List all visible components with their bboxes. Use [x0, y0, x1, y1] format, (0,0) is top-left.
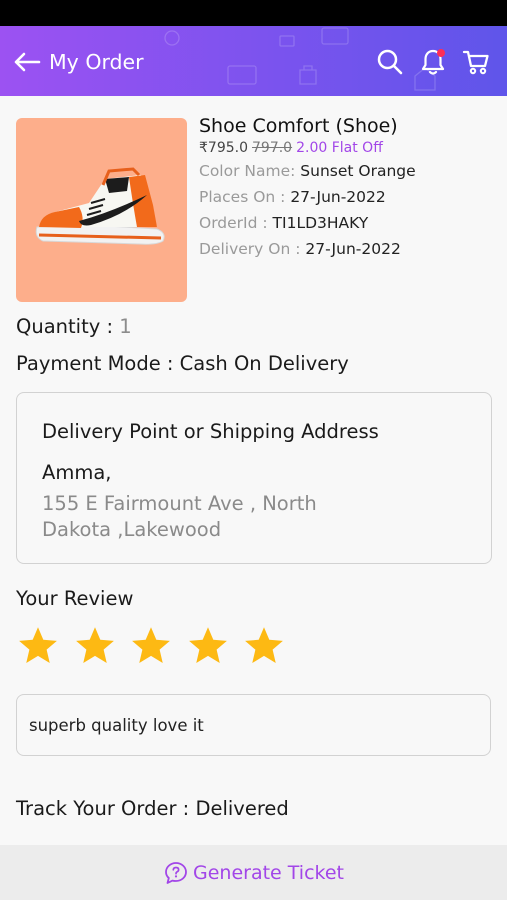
quantity-row: Quantity : 1 — [16, 315, 132, 338]
app-header: My Order — [0, 26, 507, 96]
price-current: ₹795.0 — [199, 140, 248, 156]
price-row: ₹795.0 797.0 2.00 Flat Off — [199, 139, 499, 158]
track-order-row: Track Your Order : Delivered — [16, 797, 289, 820]
sneaker-icon — [35, 167, 165, 245]
payment-mode-row: Payment Mode : Cash On Delivery — [16, 352, 349, 375]
price-original: 797.0 — [252, 140, 293, 156]
detail-label: OrderId : — [199, 214, 273, 232]
track-order-label: Track Your Order : — [16, 797, 196, 820]
page-title: My Order — [49, 50, 144, 74]
arrow-left-icon — [14, 52, 41, 72]
address-name: Amma, — [42, 461, 112, 484]
detail-value: 27-Jun-2022 — [290, 188, 386, 206]
star-icon[interactable] — [73, 622, 130, 670]
detail-row-color: Color Name: Sunset Orange — [199, 158, 499, 184]
detail-row-order-id: OrderId : TI1LD3HAKY — [199, 210, 499, 236]
address-heading: Delivery Point or Shipping Address — [42, 420, 379, 443]
search-button[interactable] — [374, 46, 406, 78]
detail-row-delivery-on: Delivery On : 27-Jun-2022 — [199, 236, 499, 262]
payment-mode-label: Payment Mode : — [16, 352, 180, 375]
review-text-field[interactable]: superb quality love it — [16, 694, 491, 756]
detail-row-placed-on: Places On : 27-Jun-2022 — [199, 184, 499, 210]
detail-value: 27-Jun-2022 — [305, 240, 401, 258]
generate-ticket-label: Generate Ticket — [193, 861, 344, 884]
notification-button[interactable] — [417, 46, 449, 78]
star-icon[interactable] — [186, 622, 243, 670]
order-status: Delivered — [195, 797, 289, 820]
detail-label: Color Name: — [199, 162, 301, 180]
generate-ticket-button[interactable]: Generate Ticket — [0, 845, 507, 900]
review-heading: Your Review — [16, 587, 134, 610]
star-rating[interactable] — [16, 622, 299, 670]
discount-label: 2.00 Flat Off — [296, 140, 383, 156]
star-icon[interactable] — [129, 622, 186, 670]
status-bar — [0, 0, 507, 26]
notification-badge — [437, 49, 445, 57]
detail-label: Delivery On : — [199, 240, 306, 258]
detail-value: Sunset Orange — [300, 162, 416, 180]
cart-button[interactable] — [460, 46, 492, 78]
star-icon[interactable] — [16, 622, 73, 670]
product-image[interactable] — [16, 118, 187, 302]
quantity-value: 1 — [119, 315, 132, 338]
detail-value: TI1LD3HAKY — [272, 214, 369, 232]
product-info: Shoe Comfort (Shoe) ₹795.0 797.0 2.00 Flat… — [199, 113, 499, 262]
chat-question-icon — [165, 861, 187, 884]
shipping-address-card: Delivery Point or Shipping Address Amma,… — [16, 392, 492, 564]
cart-icon — [462, 50, 489, 75]
address-line: 155 E Fairmount Ave , North Dakota ,Lake… — [42, 492, 317, 541]
detail-label: Places On : — [199, 188, 291, 206]
star-icon[interactable] — [242, 622, 299, 670]
product-title: Shoe Comfort (Shoe) — [199, 115, 398, 137]
search-icon — [377, 49, 403, 75]
quantity-label: Quantity : — [16, 315, 120, 338]
payment-mode-value: Cash On Delivery — [179, 352, 349, 375]
back-button[interactable] — [12, 48, 42, 76]
